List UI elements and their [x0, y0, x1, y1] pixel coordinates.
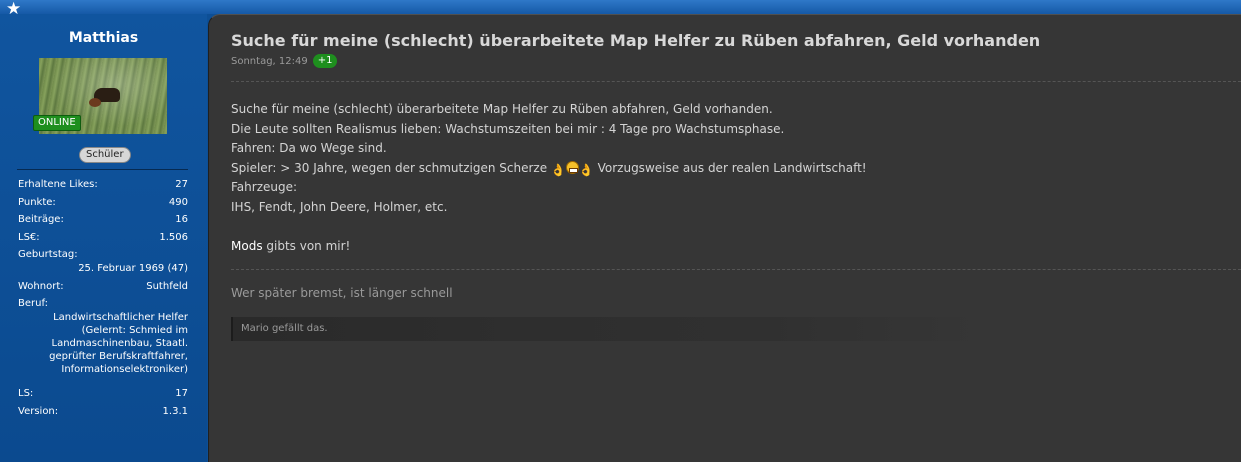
user-rank-badge: Schüler: [79, 147, 131, 163]
ok-hand-emoji-icon-2: 👌: [578, 162, 594, 177]
ok-hand-emoji-icon: 👌: [550, 162, 566, 177]
stat-label-currency: LS€:: [18, 232, 40, 243]
grinning-face-emoji-icon: [565, 160, 579, 174]
online-status-badge: ONLINE: [33, 115, 81, 131]
stat-value-residence: Suthfeld: [146, 281, 188, 292]
body-line-3: Fahren: Da wo Wege sind.: [231, 141, 387, 155]
mods-link[interactable]: Mods: [231, 239, 263, 253]
stat-label-residence: Wohnort:: [18, 281, 64, 292]
stat-value-version: 1.3.1: [162, 406, 188, 417]
stat-value-birthday: 25. Februar 1969 (47): [78, 263, 188, 274]
body-line-7-rest: gibts von mir!: [262, 238, 351, 253]
stat-value-posts: 16: [175, 214, 188, 225]
body-line-4: Spieler: > 30 Jahre, wegen der schmutzig…: [231, 159, 867, 179]
post-meta: Sonntag, 12:49 +1: [231, 54, 338, 68]
stat-label-ls: LS:: [18, 388, 34, 399]
sidebar-divider: [17, 169, 188, 170]
post-title[interactable]: Suche für meine (schlecht) überarbeitete…: [231, 31, 1040, 50]
post-content: Suche für meine (schlecht) überarbeitete…: [208, 14, 1241, 462]
post-body: Suche für meine (schlecht) überarbeitete…: [231, 100, 867, 256]
stat-label-posts: Beiträge:: [18, 214, 64, 225]
stat-value-occupation: Landwirtschaftlicher Helfer (Gelernt: Sc…: [49, 312, 188, 375]
stat-value-currency: 1.506: [159, 232, 188, 243]
body-line-7: Mods gibts von mir!: [231, 237, 867, 257]
body-line-4-end: Vorzugsweise aus der realen Landwirtscha…: [593, 160, 867, 175]
like-count-badge[interactable]: +1: [312, 54, 338, 68]
likes-summary-text[interactable]: Mario gefällt das.: [241, 323, 328, 334]
user-signature: Wer später bremst, ist länger schnell: [231, 286, 453, 300]
username[interactable]: Matthias: [0, 30, 207, 46]
body-line-6: IHS, Fendt, John Deere, Holmer, etc.: [231, 199, 448, 214]
stat-label-version: Version:: [18, 406, 59, 417]
stat-label-occupation: Beruf:: [18, 298, 48, 309]
stat-label-points: Punkte:: [18, 197, 56, 208]
body-line-4-start: Spieler: > 30 Jahre, wegen der schmutzig…: [231, 160, 551, 175]
signature-divider: [231, 269, 1241, 270]
body-line-5: Fahrzeuge:: [231, 180, 298, 194]
body-line-2: Die Leute sollten Realismus lieben: Wach…: [231, 121, 785, 136]
stat-value-likes: 27: [175, 179, 188, 190]
post-time[interactable]: Sonntag, 12:49: [231, 56, 308, 67]
avatar-dog-head: [89, 98, 101, 107]
stat-value-points: 490: [168, 197, 188, 208]
top-bar: ★: [0, 0, 1241, 18]
body-line-1: Suche für meine (schlecht) überarbeitete…: [231, 102, 773, 116]
header-divider: [231, 81, 1241, 82]
body-line-blank: [231, 217, 867, 237]
likes-summary-bar: Mario gefällt das.: [231, 317, 987, 341]
stat-value-ls: 17: [175, 388, 188, 399]
stat-label-likes: Erhaltene Likes:: [18, 179, 98, 190]
user-sidebar: Matthias ONLINE Schüler Erhaltene Likes:…: [0, 14, 207, 462]
stat-label-birthday: Geburtstag:: [18, 249, 78, 260]
